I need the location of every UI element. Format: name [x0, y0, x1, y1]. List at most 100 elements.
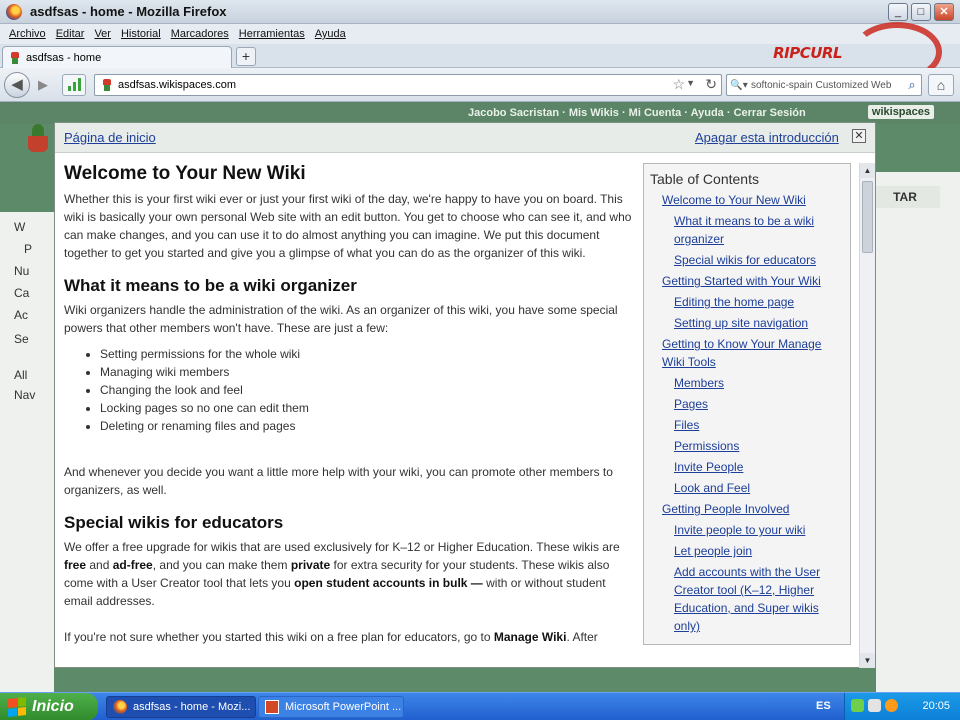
toc-link[interactable]: What it means to be a wiki organizer [650, 212, 844, 248]
language-indicator[interactable]: ES [816, 700, 831, 712]
organizer-paragraph: Wiki organizers handle the administratio… [64, 303, 618, 335]
manage-wiki-paragraph: If you're not sure whether you started t… [64, 630, 598, 644]
intro-modal: Página de inicio Apagar esta introducció… [54, 122, 876, 668]
toc-link[interactable]: Welcome to Your New Wiki [650, 191, 844, 209]
modal-close-icon[interactable]: ✕ [852, 129, 866, 143]
educators-heading: Special wikis for educators [64, 513, 284, 532]
bg-header: Jacobo Sacristan · Mis Wikis · Mi Cuenta… [0, 102, 960, 124]
toc-link[interactable]: Pages [650, 395, 844, 413]
bg-sidebar-item: Nu [14, 264, 30, 278]
menu-editar[interactable]: Editar [51, 28, 90, 40]
promote-paragraph: And whenever you decide you want a littl… [64, 465, 613, 497]
forward-button[interactable]: ▶ [32, 76, 54, 94]
menu-ver[interactable]: Ver [89, 28, 116, 40]
toc-title: Table of Contents [650, 171, 759, 187]
window-titlebar: asdfsas - home - Mozilla Firefox _ □ ✕ [0, 0, 960, 24]
search-go-icon[interactable]: ⌕ [903, 77, 921, 93]
list-item: Locking pages so no one can edit them [100, 399, 634, 417]
bg-sidebar-item: P [24, 242, 33, 256]
toc-link[interactable]: Let people join [650, 542, 844, 560]
modal-content: Welcome to Your New Wiki Whether this is… [64, 163, 634, 669]
close-button[interactable]: ✕ [934, 3, 954, 21]
toc-link[interactable]: Getting People Involved [650, 500, 844, 518]
menu-ayuda[interactable]: Ayuda [310, 28, 351, 40]
start-label: Inicio [32, 698, 74, 715]
bg-sidebar-item: Ca [14, 286, 30, 300]
wiki-logo-icon [26, 122, 50, 156]
url-text: asdfsas.wikispaces.com [118, 79, 236, 91]
window-title: asdfsas - home - Mozilla Firefox [30, 4, 227, 19]
taskbar: Inicio asdfsas - home - Mozi... Microsof… [0, 692, 960, 720]
home-button[interactable]: ⌂ [928, 74, 954, 96]
navigation-bar: ◀ ▶ asdfsas.wikispaces.com ☆ ▼ ↻ 🔍▾ soft… [0, 68, 960, 102]
search-bar[interactable]: 🔍▾ softonic-spain Customized Web ⌕ [726, 74, 922, 96]
toc-link[interactable]: Look and Feel [650, 479, 844, 497]
search-engine-icon[interactable]: 🔍▾ [727, 75, 751, 95]
task-label: asdfsas - home - Mozi... [133, 701, 251, 713]
toc-link[interactable]: Members [650, 374, 844, 392]
volume-icon[interactable] [868, 699, 881, 712]
toc-link[interactable]: Setting up site navigation [650, 314, 844, 332]
wikispaces-badge[interactable]: wikispaces [867, 105, 934, 119]
tray-icons [851, 699, 898, 712]
modal-scrollbar[interactable]: ▲ ▼ [859, 163, 875, 668]
maximize-button[interactable]: □ [911, 3, 931, 21]
toc-link[interactable]: Permissions [650, 437, 844, 455]
modal-header: Página de inicio Apagar esta introducció… [55, 123, 875, 153]
menu-marcadores[interactable]: Marcadores [166, 28, 234, 40]
brand-logo: RIPCURL [773, 44, 842, 62]
menu-herramientas[interactable]: Herramientas [234, 28, 310, 40]
url-dropdown-icon[interactable]: ▼ [686, 78, 695, 88]
bg-user-bar: Jacobo Sacristan · Mis Wikis · Mi Cuenta… [468, 107, 806, 119]
toc-link[interactable]: Invite people to your wiki [650, 521, 844, 539]
toc-link[interactable]: Getting Started with Your Wiki [650, 272, 844, 290]
bookmark-star-icon[interactable]: ☆ [672, 76, 685, 93]
new-tab-button[interactable]: + [236, 47, 256, 66]
toc-link[interactable]: Getting to Know Your Manage Wiki Tools [650, 335, 844, 371]
network-icon[interactable] [851, 699, 864, 712]
toc-link[interactable]: Add accounts with the User Creator tool … [650, 563, 844, 635]
bg-tab: TAR [870, 186, 940, 208]
site-favicon-icon [101, 79, 113, 91]
back-button[interactable]: ◀ [4, 72, 30, 98]
scroll-up-icon[interactable]: ▲ [860, 163, 875, 178]
app-tray-icon[interactable] [885, 699, 898, 712]
turn-off-intro-link[interactable]: Apagar esta introducción [695, 130, 839, 145]
toc-link[interactable]: Invite People [650, 458, 844, 476]
scroll-down-icon[interactable]: ▼ [860, 653, 875, 668]
list-item: Changing the look and feel [100, 381, 634, 399]
powerpoint-icon [265, 700, 279, 714]
home-page-link[interactable]: Página de inicio [64, 130, 156, 145]
toc-link[interactable]: Editing the home page [650, 293, 844, 311]
url-bar[interactable]: asdfsas.wikispaces.com ☆ ▼ ↻ [94, 74, 722, 96]
task-powerpoint[interactable]: Microsoft PowerPoint ... [258, 696, 404, 718]
toc-link[interactable]: Special wikis for educators [650, 251, 844, 269]
system-tray: 20:05 [844, 693, 960, 720]
scroll-thumb[interactable] [862, 181, 873, 253]
task-firefox[interactable]: asdfsas - home - Mozi... [106, 696, 256, 718]
search-input[interactable]: softonic-spain Customized Web [751, 80, 903, 91]
signal-icon[interactable] [62, 74, 86, 96]
clock: 20:05 [922, 700, 950, 712]
firefox-icon [113, 700, 127, 714]
menu-historial[interactable]: Historial [116, 28, 166, 40]
bg-sidebar-item: Se [14, 332, 29, 346]
welcome-paragraph: Whether this is your first wiki ever or … [64, 192, 632, 260]
firefox-icon [6, 3, 22, 20]
list-item: Setting permissions for the whole wiki [100, 345, 634, 363]
bg-sidebar-item: Ac [14, 308, 29, 322]
window-controls: _ □ ✕ [888, 3, 954, 21]
organizer-heading: What it means to be a wiki organizer [64, 276, 357, 295]
wiki-favicon-icon [9, 51, 21, 64]
minimize-button[interactable]: _ [888, 3, 908, 21]
organizer-list: Setting permissions for the whole wiki M… [100, 345, 634, 435]
start-button[interactable]: Inicio [0, 693, 98, 720]
educators-paragraph: We offer a free upgrade for wikis that a… [64, 540, 620, 608]
toc-link[interactable]: Files [650, 416, 844, 434]
bg-sidebar-item: All [14, 368, 28, 382]
reload-icon[interactable]: ↻ [705, 76, 717, 93]
menu-archivo[interactable]: Archivo [4, 28, 51, 40]
tab-home[interactable]: asdfsas - home [2, 46, 232, 68]
windows-logo-icon [8, 697, 26, 717]
tab-label: asdfsas - home [26, 51, 102, 64]
